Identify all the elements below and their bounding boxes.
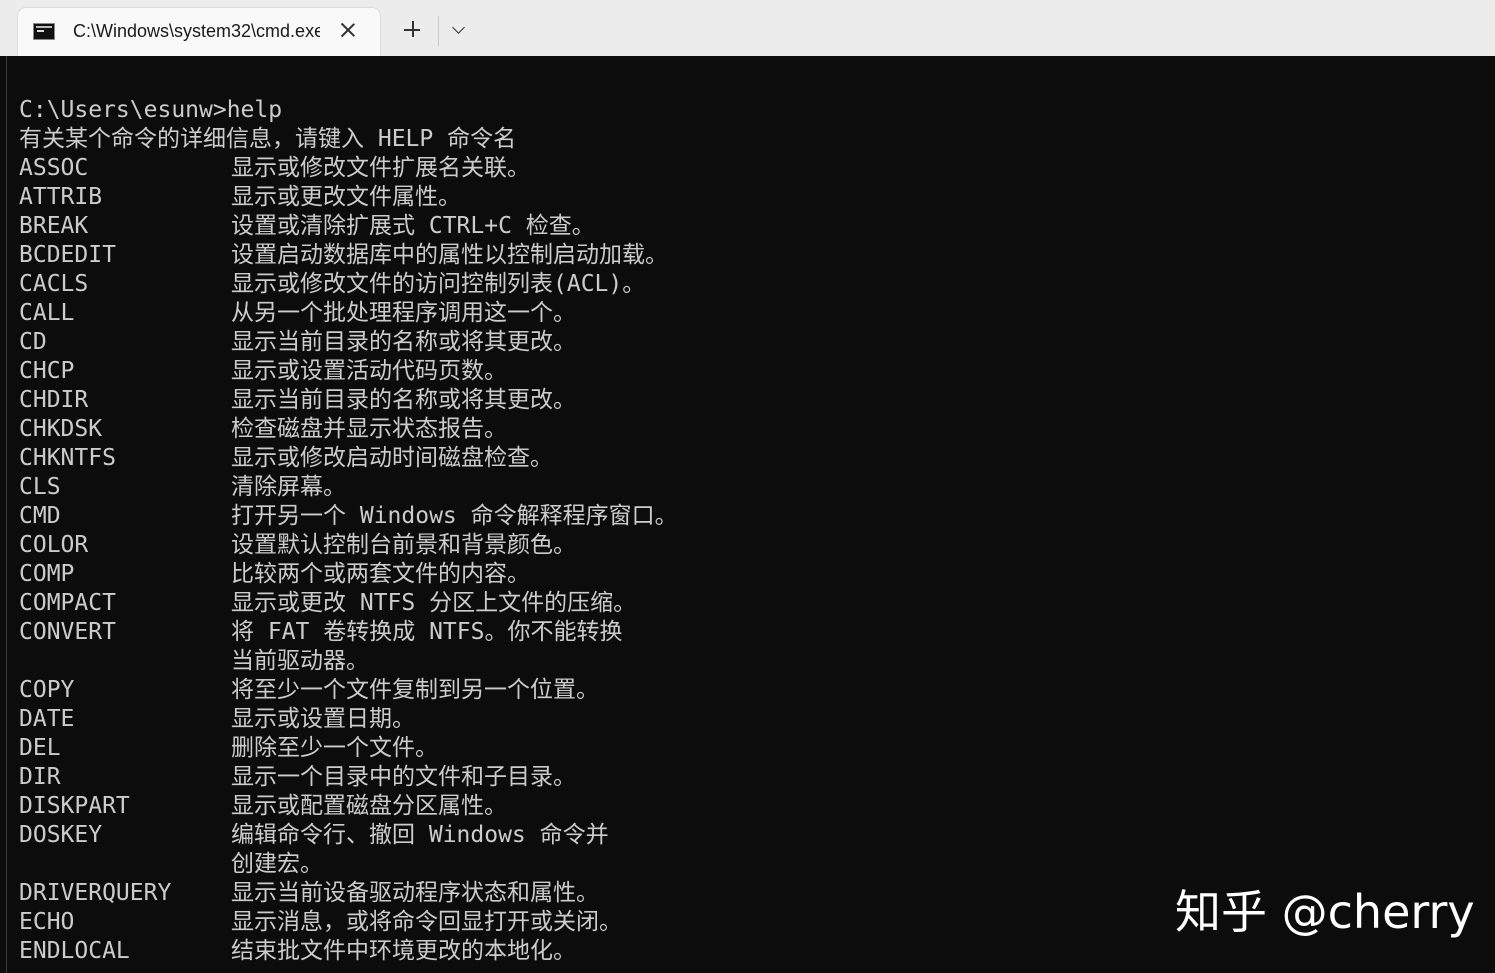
terminal-icon <box>33 23 55 40</box>
tab-divider <box>438 16 439 46</box>
command-description: 结束批文件中环境更改的本地化。 <box>231 938 576 964</box>
command-row: CALL 从另一个批处理程序调用这一个。 <box>19 299 1219 328</box>
command-row: 创建宏。 <box>19 850 1219 879</box>
command-row: COLOR 设置默认控制台前景和背景颜色。 <box>19 531 1219 560</box>
command-name: DISKPART <box>19 793 130 819</box>
command-row: CONVERT 将 FAT 卷转换成 NTFS。你不能转换 <box>19 618 1219 647</box>
command-description: 设置启动数据库中的属性以控制启动加载。 <box>231 242 668 268</box>
command-name: CD <box>19 329 47 355</box>
command-name: CALL <box>19 300 75 326</box>
command-row: ATTRIB 显示或更改文件属性。 <box>19 183 1219 212</box>
command-row: DISKPART 显示或配置磁盘分区属性。 <box>19 792 1219 821</box>
command-row: ECHO 显示消息，或将命令回显打开或关闭。 <box>19 908 1219 937</box>
command-description: 创建宏。 <box>231 851 323 877</box>
command-name: CHDIR <box>19 387 89 413</box>
command-name: ATTRIB <box>19 184 103 210</box>
command-description: 显示或修改启动时间磁盘检查。 <box>231 445 553 471</box>
command-description: 当前驱动器。 <box>231 648 369 674</box>
command-row: DIR 显示一个目录中的文件和子目录。 <box>19 763 1219 792</box>
command-description: 检查磁盘并显示状态报告。 <box>231 416 507 442</box>
command-name: ASSOC <box>19 155 89 181</box>
command-description: 显示或设置活动代码页数。 <box>231 358 507 384</box>
command-description: 显示当前设备驱动程序状态和属性。 <box>231 880 599 906</box>
command-row: DEL 删除至少一个文件。 <box>19 734 1219 763</box>
command-row: CHCP 显示或设置活动代码页数。 <box>19 357 1219 386</box>
command-list: ASSOC 显示或修改文件扩展名关联。 ATTRIB 显示或更改文件属性。 BREAK 设… <box>19 154 1219 966</box>
command-name: DEL <box>19 735 61 761</box>
command-row: CHKNTFS 显示或修改启动时间磁盘检查。 <box>19 444 1219 473</box>
command-name: DIR <box>19 764 61 790</box>
command-row: DATE 显示或设置日期。 <box>19 705 1219 734</box>
command-description: 从另一个批处理程序调用这一个。 <box>231 300 576 326</box>
command-name: CHKNTFS <box>19 445 116 471</box>
console-output: C:\Users\esunw>help 有关某个命令的详细信息，请键入 HELP… <box>19 96 1219 966</box>
command-name: CHKDSK <box>19 416 103 442</box>
command-row: CD 显示当前目录的名称或将其更改。 <box>19 328 1219 357</box>
command-row: CLS 清除屏幕。 <box>19 473 1219 502</box>
command-description: 设置或清除扩展式 CTRL+C 检查。 <box>231 213 595 239</box>
command-description: 将至少一个文件复制到另一个位置。 <box>231 677 599 703</box>
command-row: BCDEDIT 设置启动数据库中的属性以控制启动加载。 <box>19 241 1219 270</box>
command-row: DOSKEY 编辑命令行、撤回 Windows 命令并 <box>19 821 1219 850</box>
command-name: BCDEDIT <box>19 242 116 268</box>
tab-title: C:\Windows\system32\cmd.exe <box>73 21 320 41</box>
tab-cmd[interactable]: C:\Windows\system32\cmd.exe <box>18 8 380 56</box>
command-name: COMP <box>19 561 75 587</box>
command-description: 显示一个目录中的文件和子目录。 <box>231 764 576 790</box>
help-intro: 有关某个命令的详细信息，请键入 HELP 命令名 <box>19 126 517 152</box>
command-name: COMPACT <box>19 590 116 616</box>
command-description: 设置默认控制台前景和背景颜色。 <box>231 532 576 558</box>
command-description: 将 FAT 卷转换成 NTFS。你不能转换 <box>231 619 623 645</box>
command-description: 删除至少一个文件。 <box>231 735 438 761</box>
command-name: CONVERT <box>19 619 116 645</box>
command-row: COMP 比较两个或两套文件的内容。 <box>19 560 1219 589</box>
command-row: BREAK 设置或清除扩展式 CTRL+C 检查。 <box>19 212 1219 241</box>
chevron-down-icon[interactable] <box>448 20 470 42</box>
command-name: COPY <box>19 677 75 703</box>
command-description: 显示当前目录的名称或将其更改。 <box>231 329 576 355</box>
command-row: COMPACT 显示或更改 NTFS 分区上文件的压缩。 <box>19 589 1219 618</box>
command-row: COPY 将至少一个文件复制到另一个位置。 <box>19 676 1219 705</box>
command-name: CMD <box>19 503 61 529</box>
command-name: BREAK <box>19 213 89 239</box>
command-description: 显示消息，或将命令回显打开或关闭。 <box>231 909 622 935</box>
command-row: DRIVERQUERY 显示当前设备驱动程序状态和属性。 <box>19 879 1219 908</box>
command-description: 显示或配置磁盘分区属性。 <box>231 793 507 819</box>
command-name: DOSKEY <box>19 822 103 848</box>
command-name: CHCP <box>19 358 75 384</box>
command-name: ECHO <box>19 909 75 935</box>
command-description: 比较两个或两套文件的内容。 <box>231 561 530 587</box>
command-name: CLS <box>19 474 61 500</box>
command-name: DATE <box>19 706 75 732</box>
plus-icon[interactable] <box>401 18 425 42</box>
command-row: ENDLOCAL 结束批文件中环境更改的本地化。 <box>19 937 1219 966</box>
command-description: 编辑命令行、撤回 Windows 命令并 <box>231 822 609 848</box>
command-row: 当前驱动器。 <box>19 647 1219 676</box>
command-name: DRIVERQUERY <box>19 880 172 906</box>
command-row: CHDIR 显示当前目录的名称或将其更改。 <box>19 386 1219 415</box>
close-icon[interactable] <box>336 18 360 42</box>
command-description: 显示或更改 NTFS 分区上文件的压缩。 <box>231 590 637 616</box>
command-row: CACLS 显示或修改文件的访问控制列表(ACL)。 <box>19 270 1219 299</box>
command-name: CACLS <box>19 271 89 297</box>
command-row: CMD 打开另一个 Windows 命令解释程序窗口。 <box>19 502 1219 531</box>
command-description: 清除屏幕。 <box>231 474 346 500</box>
title-bar: C:\Windows\system32\cmd.exe <box>0 0 1495 56</box>
terminal-window[interactable]: C:\Users\esunw>help 有关某个命令的详细信息，请键入 HELP… <box>6 56 1495 973</box>
command-description: 显示当前目录的名称或将其更改。 <box>231 387 576 413</box>
command-name: COLOR <box>19 532 89 558</box>
command-row: CHKDSK 检查磁盘并显示状态报告。 <box>19 415 1219 444</box>
prompt-line: C:\Users\esunw>help <box>19 97 283 123</box>
command-description: 显示或修改文件扩展名关联。 <box>231 155 530 181</box>
command-description: 显示或更改文件属性。 <box>231 184 461 210</box>
command-description: 显示或设置日期。 <box>231 706 415 732</box>
command-row: ASSOC 显示或修改文件扩展名关联。 <box>19 154 1219 183</box>
command-name: ENDLOCAL <box>19 938 130 964</box>
command-description: 显示或修改文件的访问控制列表(ACL)。 <box>231 271 646 297</box>
command-description: 打开另一个 Windows 命令解释程序窗口。 <box>231 503 678 529</box>
watermark: 知乎 @cherry <box>1175 885 1475 939</box>
